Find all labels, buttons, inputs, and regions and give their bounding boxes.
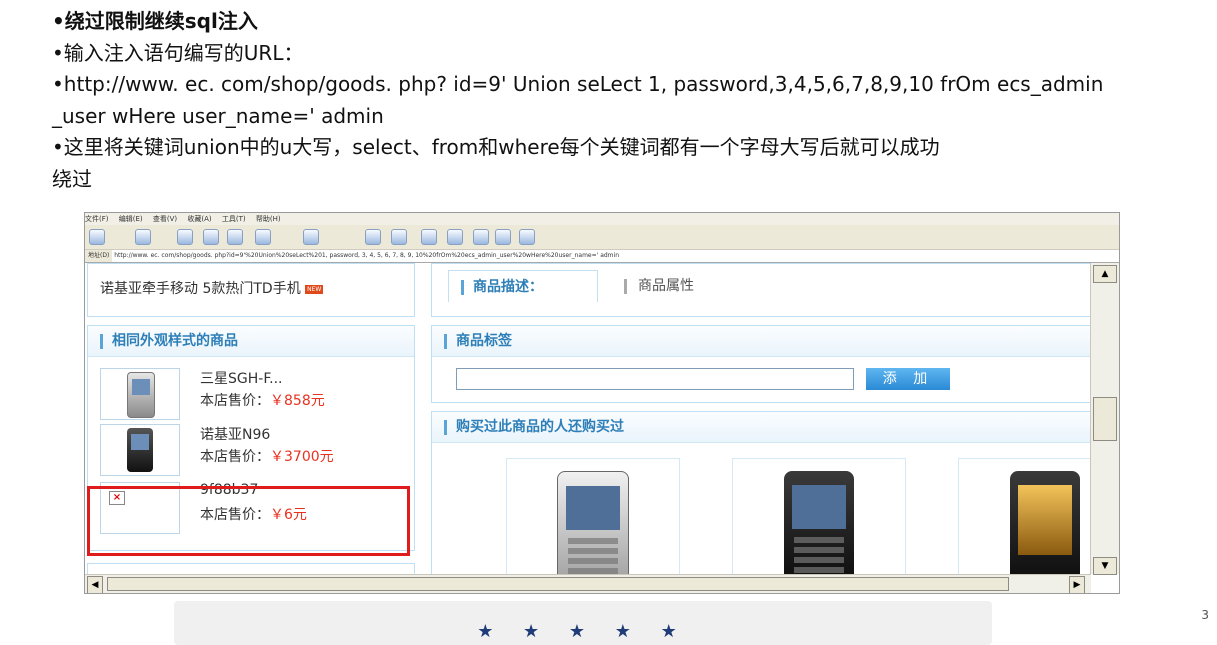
- browser-screenshot: 文件(F) 编辑(E) 查看(V) 收藏(A) 工具(T) 帮助(H) 地址(D…: [84, 212, 1120, 594]
- slide-line-4: •这里将关键词union中的u大写，select、from和where每个关键词…: [52, 135, 940, 159]
- list-item[interactable]: 三星SGH-F... 本店售价：￥858元: [100, 368, 400, 420]
- discuss-icon[interactable]: [473, 229, 489, 245]
- menu-help[interactable]: 帮助(H): [256, 215, 281, 223]
- slide-line-3: _user wHere user_name=' admin: [52, 103, 384, 128]
- tag-input[interactable]: [456, 368, 854, 390]
- add-tag-button[interactable]: 添 加: [866, 368, 950, 390]
- media-icon[interactable]: [519, 229, 535, 245]
- back-icon[interactable]: [89, 229, 105, 245]
- next-panel: [87, 563, 415, 574]
- history-icon[interactable]: [365, 229, 381, 245]
- slide-line-5: 绕过: [52, 166, 92, 191]
- menu-tools[interactable]: 工具(T): [222, 215, 246, 223]
- scroll-down-icon[interactable]: ▼: [1093, 557, 1117, 575]
- menu-view[interactable]: 查看(V): [153, 215, 177, 223]
- mail-icon[interactable]: [391, 229, 407, 245]
- slide-line-2: •http://www. ec. com/shop/goods. php? id…: [52, 72, 1104, 96]
- address-bar[interactable]: 地址(D) http://www. ec. com/shop/goods. ph…: [85, 250, 1119, 263]
- page-number: 3: [1201, 608, 1209, 622]
- also-bought-panel: 购买过此商品的人还购买过: [431, 411, 1091, 574]
- slide-title: •绕过限制继续sql注入: [52, 9, 258, 33]
- new-badge: NEW: [305, 284, 324, 294]
- tags-panel: 商品标签 添 加: [431, 325, 1091, 403]
- address-label: 地址(D): [85, 250, 113, 262]
- highlight-box: [87, 486, 410, 556]
- item-name[interactable]: 诺基亚N96: [200, 424, 270, 444]
- product-thumbnail[interactable]: [100, 368, 180, 420]
- browser-toolbar: [85, 225, 1119, 250]
- tab-description[interactable]: 商品描述：: [448, 270, 598, 302]
- scroll-up-icon[interactable]: ▲: [1093, 265, 1117, 283]
- address-url[interactable]: http://www. ec. com/shop/goods. php?id=9…: [114, 252, 619, 259]
- tags-heading: 商品标签: [432, 326, 1091, 357]
- home-icon[interactable]: [227, 229, 243, 245]
- scroll-right-icon[interactable]: ▶: [1069, 576, 1085, 593]
- product-name-text: 诺基亚牵手移动 5款热门TD手机: [100, 281, 301, 297]
- horizontal-scrollbar[interactable]: ◀ ▶: [85, 574, 1091, 593]
- footer-card: ★ ★ ★ ★ ★: [174, 601, 992, 645]
- star-rating-icon: ★ ★ ★ ★ ★: [477, 621, 689, 642]
- horizontal-scroll-thumb[interactable]: [107, 577, 1009, 591]
- phone-image: [1010, 471, 1080, 574]
- similar-heading: 相同外观样式的商品: [88, 326, 414, 357]
- item-price: 本店售价：￥858元: [200, 390, 325, 410]
- phone-image: [784, 471, 854, 574]
- price-label: 本店售价：: [200, 393, 270, 409]
- list-item[interactable]: 诺基亚N96 本店售价：￥3700元: [100, 424, 400, 476]
- browser-menu-bar: 文件(F) 编辑(E) 查看(V) 收藏(A) 工具(T) 帮助(H): [85, 213, 1119, 225]
- product-name-panel: 诺基亚牵手移动 5款热门TD手机 NEW: [87, 263, 415, 317]
- search-icon[interactable]: [255, 229, 271, 245]
- product-name[interactable]: 诺基亚牵手移动 5款热门TD手机 NEW: [100, 278, 400, 300]
- price-value: ￥3700元: [270, 449, 334, 465]
- bought-item[interactable]: [506, 458, 680, 574]
- menu-favorites[interactable]: 收藏(A): [187, 215, 211, 223]
- page-viewport: 诺基亚牵手移动 5款热门TD手机 NEW 相同外观样式的商品 三星SGH-F..…: [85, 263, 1091, 574]
- messenger-icon[interactable]: [495, 229, 511, 245]
- price-label: 本店售价：: [200, 449, 270, 465]
- description-panel: 商品描述： 商品属性: [431, 263, 1091, 317]
- tab-attributes[interactable]: 商品属性: [622, 270, 694, 302]
- slide-text: •绕过限制继续sql注入 •输入注入语句编写的URL： •http://www.…: [52, 6, 1172, 195]
- vertical-scrollbar[interactable]: ▲ ▼: [1090, 263, 1119, 575]
- favorites-icon[interactable]: [303, 229, 319, 245]
- print-icon[interactable]: [421, 229, 437, 245]
- slide-line-1: •输入注入语句编写的URL：: [52, 40, 304, 65]
- phone-image: [557, 471, 629, 574]
- menu-edit[interactable]: 编辑(E): [119, 215, 143, 223]
- refresh-icon[interactable]: [203, 229, 219, 245]
- stop-icon[interactable]: [177, 229, 193, 245]
- bought-item[interactable]: [732, 458, 906, 574]
- scroll-left-icon[interactable]: ◀: [87, 576, 103, 593]
- also-bought-heading: 购买过此商品的人还购买过: [432, 412, 1091, 443]
- forward-icon[interactable]: [135, 229, 151, 245]
- edit-icon[interactable]: [447, 229, 463, 245]
- price-value: ￥858元: [270, 393, 325, 409]
- menu-file[interactable]: 文件(F): [85, 215, 109, 223]
- bought-item[interactable]: [958, 458, 1091, 574]
- product-thumbnail[interactable]: [100, 424, 180, 476]
- item-name[interactable]: 三星SGH-F...: [200, 368, 282, 388]
- scroll-thumb[interactable]: [1093, 397, 1117, 441]
- item-price: 本店售价：￥3700元: [200, 446, 334, 466]
